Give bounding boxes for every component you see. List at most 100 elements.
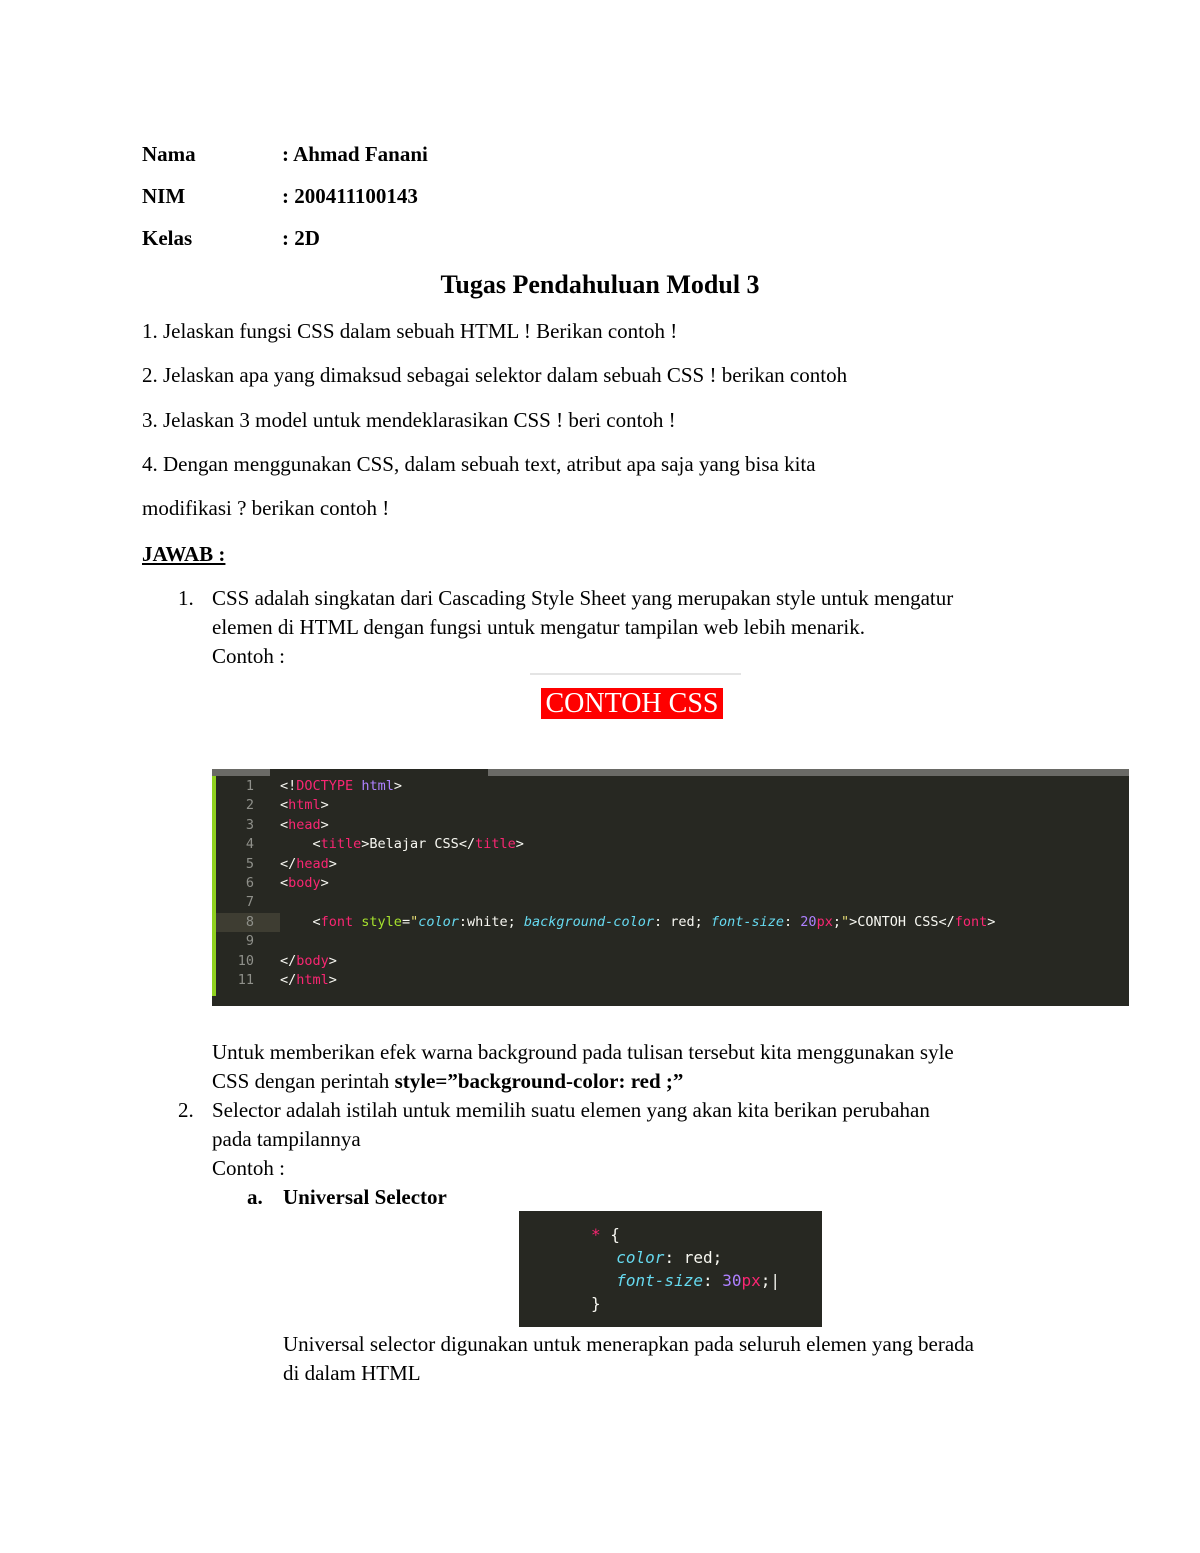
- code-token: font: [320, 913, 354, 930]
- code-screenshot-html: 1 <!DOCTYPE html> 2 <html> 3 <head> 4 <title>B…: [212, 769, 1129, 1006]
- code-line: font-size: 30px;|: [597, 1269, 897, 1292]
- code-token: color: [418, 913, 459, 930]
- code-line: 5 </head>: [216, 855, 1116, 874]
- code-token: 20: [800, 913, 817, 930]
- code-token: body: [296, 952, 329, 969]
- code-line: * {: [591, 1223, 891, 1246]
- code-token: head: [288, 816, 321, 833]
- code-token: red: [683, 1248, 713, 1267]
- answer-2-line: pada tampilannya: [212, 1127, 361, 1151]
- answer-2-line: Selector adalah istilah untuk memilih su…: [212, 1098, 930, 1122]
- css-demo-output: CONTOH CSS: [541, 688, 723, 719]
- code-line: 1 <!DOCTYPE html>: [216, 777, 1116, 796]
- question-4-cont: modifikasi ? berikan contoh !: [142, 496, 390, 520]
- code-token: <!: [280, 778, 297, 794]
- kelas-label: Kelas: [142, 226, 193, 250]
- code-token: color: [616, 1248, 665, 1267]
- code-token: >: [328, 855, 337, 872]
- code-token: px: [741, 1271, 761, 1290]
- code-token: <: [280, 913, 321, 930]
- line-number: 6: [245, 875, 254, 891]
- nim-label: NIM: [142, 184, 186, 208]
- code-token: DOCTYPE: [296, 778, 354, 794]
- sub-title: Universal Selector: [283, 1185, 447, 1209]
- line-number: 7: [245, 894, 254, 911]
- code-token: ;|: [760, 1271, 781, 1290]
- code-token: ;: [712, 1248, 723, 1267]
- code-token: :: [702, 1271, 723, 1290]
- code-token: ;: [507, 913, 524, 930]
- answer-1-explanation: Untuk memberikan efek warna background p…: [212, 1040, 954, 1064]
- answer-1-line: elemen di HTML dengan fungsi untuk menga…: [212, 615, 865, 639]
- code-token: <: [280, 797, 289, 814]
- code-token: :: [458, 913, 467, 930]
- code-token: red: [670, 913, 695, 930]
- code-line: 11 </html>: [216, 971, 1116, 990]
- line-number: 10: [237, 952, 254, 969]
- line-number: 8: [216, 912, 280, 933]
- code-token: font-size: [710, 913, 785, 930]
- code-token: >: [328, 972, 337, 988]
- code-line: 3 <head>: [216, 816, 1116, 835]
- code-line: 8 <font style="color:white; background-c…: [216, 912, 1116, 933]
- code-token: style: [361, 913, 402, 930]
- answer-1-line: Contoh :: [212, 644, 285, 668]
- code-token: :: [664, 1248, 684, 1267]
- code-token: title: [320, 836, 362, 853]
- nim-value: : 200411100143: [282, 184, 418, 208]
- explanation-code: style=”background-color: red ;”: [394, 1069, 684, 1093]
- sub-description: Universal selector digunakan untuk mener…: [283, 1332, 974, 1356]
- code-token: >: [320, 816, 329, 833]
- name-label: Nama: [142, 142, 196, 166]
- question-3: 3. Jelaskan 3 model untuk mendeklarasika…: [142, 408, 676, 432]
- code-token: :: [784, 913, 801, 930]
- code-line: 2 <html>: [216, 796, 1116, 815]
- code-token: {: [610, 1225, 620, 1244]
- code-line: 7: [216, 893, 1116, 912]
- code-token: }: [591, 1294, 601, 1313]
- code-token: font-size: [616, 1271, 703, 1290]
- code-token: <: [280, 816, 289, 833]
- editor-tab: [270, 769, 488, 776]
- question-1: 1. Jelaskan fungsi CSS dalam sebuah HTML…: [142, 319, 678, 343]
- code-line: 9: [216, 932, 1116, 951]
- code-token: <: [280, 836, 321, 853]
- answer-2-line: Contoh :: [212, 1156, 285, 1180]
- answer-1-line: CSS adalah singkatan dari Cascading Styl…: [212, 586, 954, 610]
- editor-tab-bar: [212, 769, 1129, 776]
- code-token: html: [361, 778, 394, 794]
- code-token: >Belajar CSS</: [361, 836, 476, 853]
- code-token: ;: [694, 913, 711, 930]
- code-line: 6 <body>: [216, 874, 1116, 893]
- code-token: px: [816, 913, 833, 930]
- code-token: *: [591, 1225, 611, 1244]
- code-line: }: [591, 1292, 891, 1315]
- code-line: 4 <title>Belajar CSS</title>: [216, 835, 1116, 854]
- code-token: ": [840, 913, 850, 930]
- question-4: 4. Dengan menggunakan CSS, dalam sebuah …: [142, 452, 816, 476]
- code-token: >: [328, 952, 337, 969]
- code-token: >: [320, 797, 329, 814]
- line-number: 9: [245, 933, 254, 950]
- line-number: 3: [245, 816, 254, 833]
- code-token: body: [288, 875, 321, 891]
- line-number: 11: [237, 972, 254, 988]
- line-number: 1: [245, 778, 254, 794]
- code-line: color: red;: [597, 1246, 897, 1269]
- code-line: 10 </body>: [216, 952, 1116, 971]
- code-token: :: [653, 913, 671, 930]
- explanation-prefix: CSS dengan perintah: [212, 1069, 395, 1093]
- answer-1-number: 1.: [178, 586, 194, 610]
- page-title: Tugas Pendahuluan Modul 3: [440, 270, 760, 299]
- kelas-value: : 2D: [282, 226, 320, 250]
- code-token: >CONTOH CSS</: [849, 913, 955, 930]
- code-token: ;: [832, 913, 841, 930]
- code-token: >: [515, 836, 524, 853]
- answer-heading: JAWAB :: [142, 542, 226, 566]
- sub-letter: a.: [247, 1185, 263, 1209]
- code-token: white: [467, 913, 508, 930]
- code-token: >: [320, 875, 329, 891]
- name-value: : Ahmad Fanani: [282, 142, 428, 166]
